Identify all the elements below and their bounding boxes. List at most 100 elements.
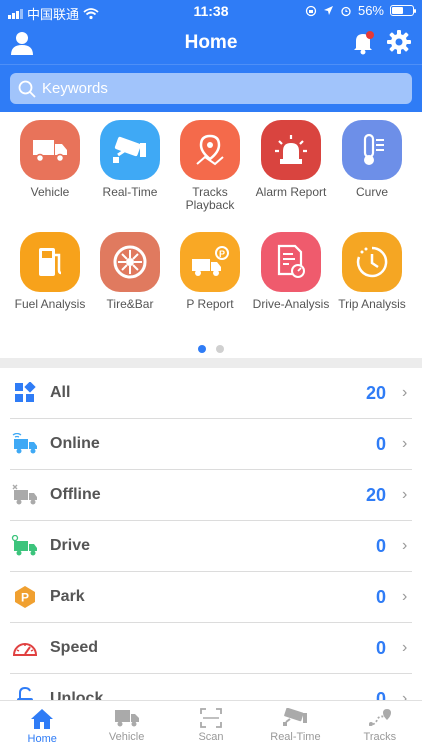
scan-icon — [200, 708, 222, 728]
clock-icon — [342, 232, 402, 292]
fuel-icon — [20, 232, 80, 292]
status-row-online[interactable]: Online 0 › — [10, 419, 412, 470]
svg-text:P: P — [219, 249, 225, 259]
tab-label: Tracks — [363, 731, 397, 743]
report-icon — [261, 232, 321, 292]
bottom-tab-bar: Home Vehicle Scan Real-Time Tracks — [0, 700, 422, 750]
status-count: 20 — [365, 484, 386, 505]
status-row-offline[interactable]: Offline 20 › — [10, 470, 412, 521]
function-label: Tracks Playback — [185, 185, 235, 212]
tab-vehicle[interactable]: Vehicle — [84, 701, 168, 750]
tire-icon — [100, 232, 160, 292]
function-grid: Vehicle Real-Time Tracks Playback Alarm … — [0, 112, 422, 358]
drive-truck-icon — [10, 531, 40, 561]
speedometer-icon — [10, 633, 40, 663]
app-header: Home — [0, 22, 422, 64]
online-truck-icon — [10, 429, 40, 459]
alarm-icon — [261, 120, 321, 180]
gear-icon[interactable] — [386, 29, 412, 55]
function-label: Fuel Analysis — [14, 297, 86, 311]
truck-icon — [20, 120, 80, 180]
function-label: Curve — [355, 185, 388, 199]
function-tracks-playback[interactable]: Tracks Playback — [170, 120, 250, 212]
battery-percent: 56% — [357, 3, 384, 18]
chevron-right-icon: › — [402, 537, 408, 554]
status-count: 0 — [375, 535, 386, 556]
function-curve[interactable]: Curve — [332, 120, 412, 199]
section-divider — [0, 358, 422, 368]
camera-icon — [100, 120, 160, 180]
status-count: 0 — [375, 637, 386, 658]
chevron-right-icon: › — [402, 384, 408, 401]
camera-icon — [283, 708, 308, 726]
function-label: Alarm Report — [255, 185, 327, 199]
status-label: Speed — [50, 639, 99, 656]
park-icon: P — [10, 582, 40, 612]
status-row-drive[interactable]: Drive 0 › — [10, 521, 412, 572]
thermometer-icon — [342, 120, 402, 180]
route-icon — [368, 709, 391, 726]
tab-scan[interactable]: Scan — [169, 701, 253, 750]
function-label: Tire&Bar — [106, 297, 154, 311]
status-label: Park — [50, 588, 85, 605]
chevron-right-icon: › — [402, 435, 408, 452]
parking-truck-icon: P — [180, 232, 240, 292]
function-tire-bar[interactable]: Tire&Bar — [90, 232, 170, 311]
function-drive-analysis[interactable]: Drive-Analysis — [251, 232, 331, 311]
status-label: Drive — [50, 537, 91, 554]
bell-icon[interactable] — [350, 30, 376, 56]
status-label: Unlock — [50, 690, 104, 700]
function-alarm-report[interactable]: Alarm Report — [251, 120, 331, 199]
status-label: Offline — [50, 486, 101, 503]
function-label: Real-Time — [102, 185, 158, 199]
tab-label: Vehicle — [108, 731, 145, 743]
rotation-lock-icon — [305, 5, 317, 16]
function-label: P Report — [186, 297, 234, 311]
map-pin-icon — [180, 120, 240, 180]
status-bar: 中国联通 11:38 56% — [0, 0, 422, 22]
status-row-park[interactable]: P Park 0 › — [10, 572, 412, 623]
page-indicator — [0, 345, 422, 353]
status-count: 0 — [375, 688, 386, 701]
home-icon — [31, 709, 54, 729]
search-box[interactable] — [10, 73, 412, 104]
search-input[interactable] — [42, 80, 382, 97]
page-dot-active[interactable] — [198, 345, 206, 353]
chevron-right-icon: › — [402, 588, 408, 605]
search-icon — [18, 80, 36, 98]
chevron-right-icon: › — [402, 690, 408, 700]
status-count: 0 — [375, 433, 386, 454]
truck-icon — [114, 710, 139, 727]
function-trip-analysis[interactable]: Trip Analysis — [332, 232, 412, 311]
status-label: Online — [50, 435, 100, 452]
status-row-all[interactable]: All 20 › — [10, 368, 412, 419]
tab-home[interactable]: Home — [0, 701, 84, 750]
tab-tracks[interactable]: Tracks — [338, 701, 422, 750]
function-vehicle[interactable]: Vehicle — [10, 120, 90, 199]
status-count: 0 — [375, 586, 386, 607]
tab-label: Real-Time — [270, 731, 321, 743]
tab-real-time[interactable]: Real-Time — [253, 701, 337, 750]
tab-label: Home — [27, 733, 57, 745]
svg-text:P: P — [21, 591, 29, 605]
function-fuel-analysis[interactable]: Fuel Analysis — [10, 232, 90, 311]
function-label: Vehicle — [30, 185, 70, 199]
status-label: All — [50, 384, 71, 401]
function-real-time[interactable]: Real-Time — [90, 120, 170, 199]
alarm-clock-icon — [341, 6, 351, 16]
page-dot[interactable] — [216, 345, 224, 353]
status-row-speed[interactable]: Speed 0 › — [10, 623, 412, 674]
function-p-report[interactable]: P P Report — [170, 232, 250, 311]
unlock-icon — [10, 684, 40, 700]
search-bar — [0, 64, 422, 112]
vehicle-status-list: All 20 › Online 0 › Offline 20 › Drive 0… — [0, 368, 422, 700]
tab-label: Scan — [198, 731, 224, 743]
offline-truck-icon — [10, 480, 40, 510]
chevron-right-icon: › — [402, 486, 408, 503]
status-row-unlock[interactable]: Unlock 0 › — [10, 674, 412, 700]
chevron-right-icon: › — [402, 639, 408, 656]
status-count: 20 — [365, 382, 386, 403]
battery-icon — [390, 5, 416, 16]
location-arrow-icon — [323, 6, 333, 15]
function-label: Trip Analysis — [338, 297, 406, 311]
